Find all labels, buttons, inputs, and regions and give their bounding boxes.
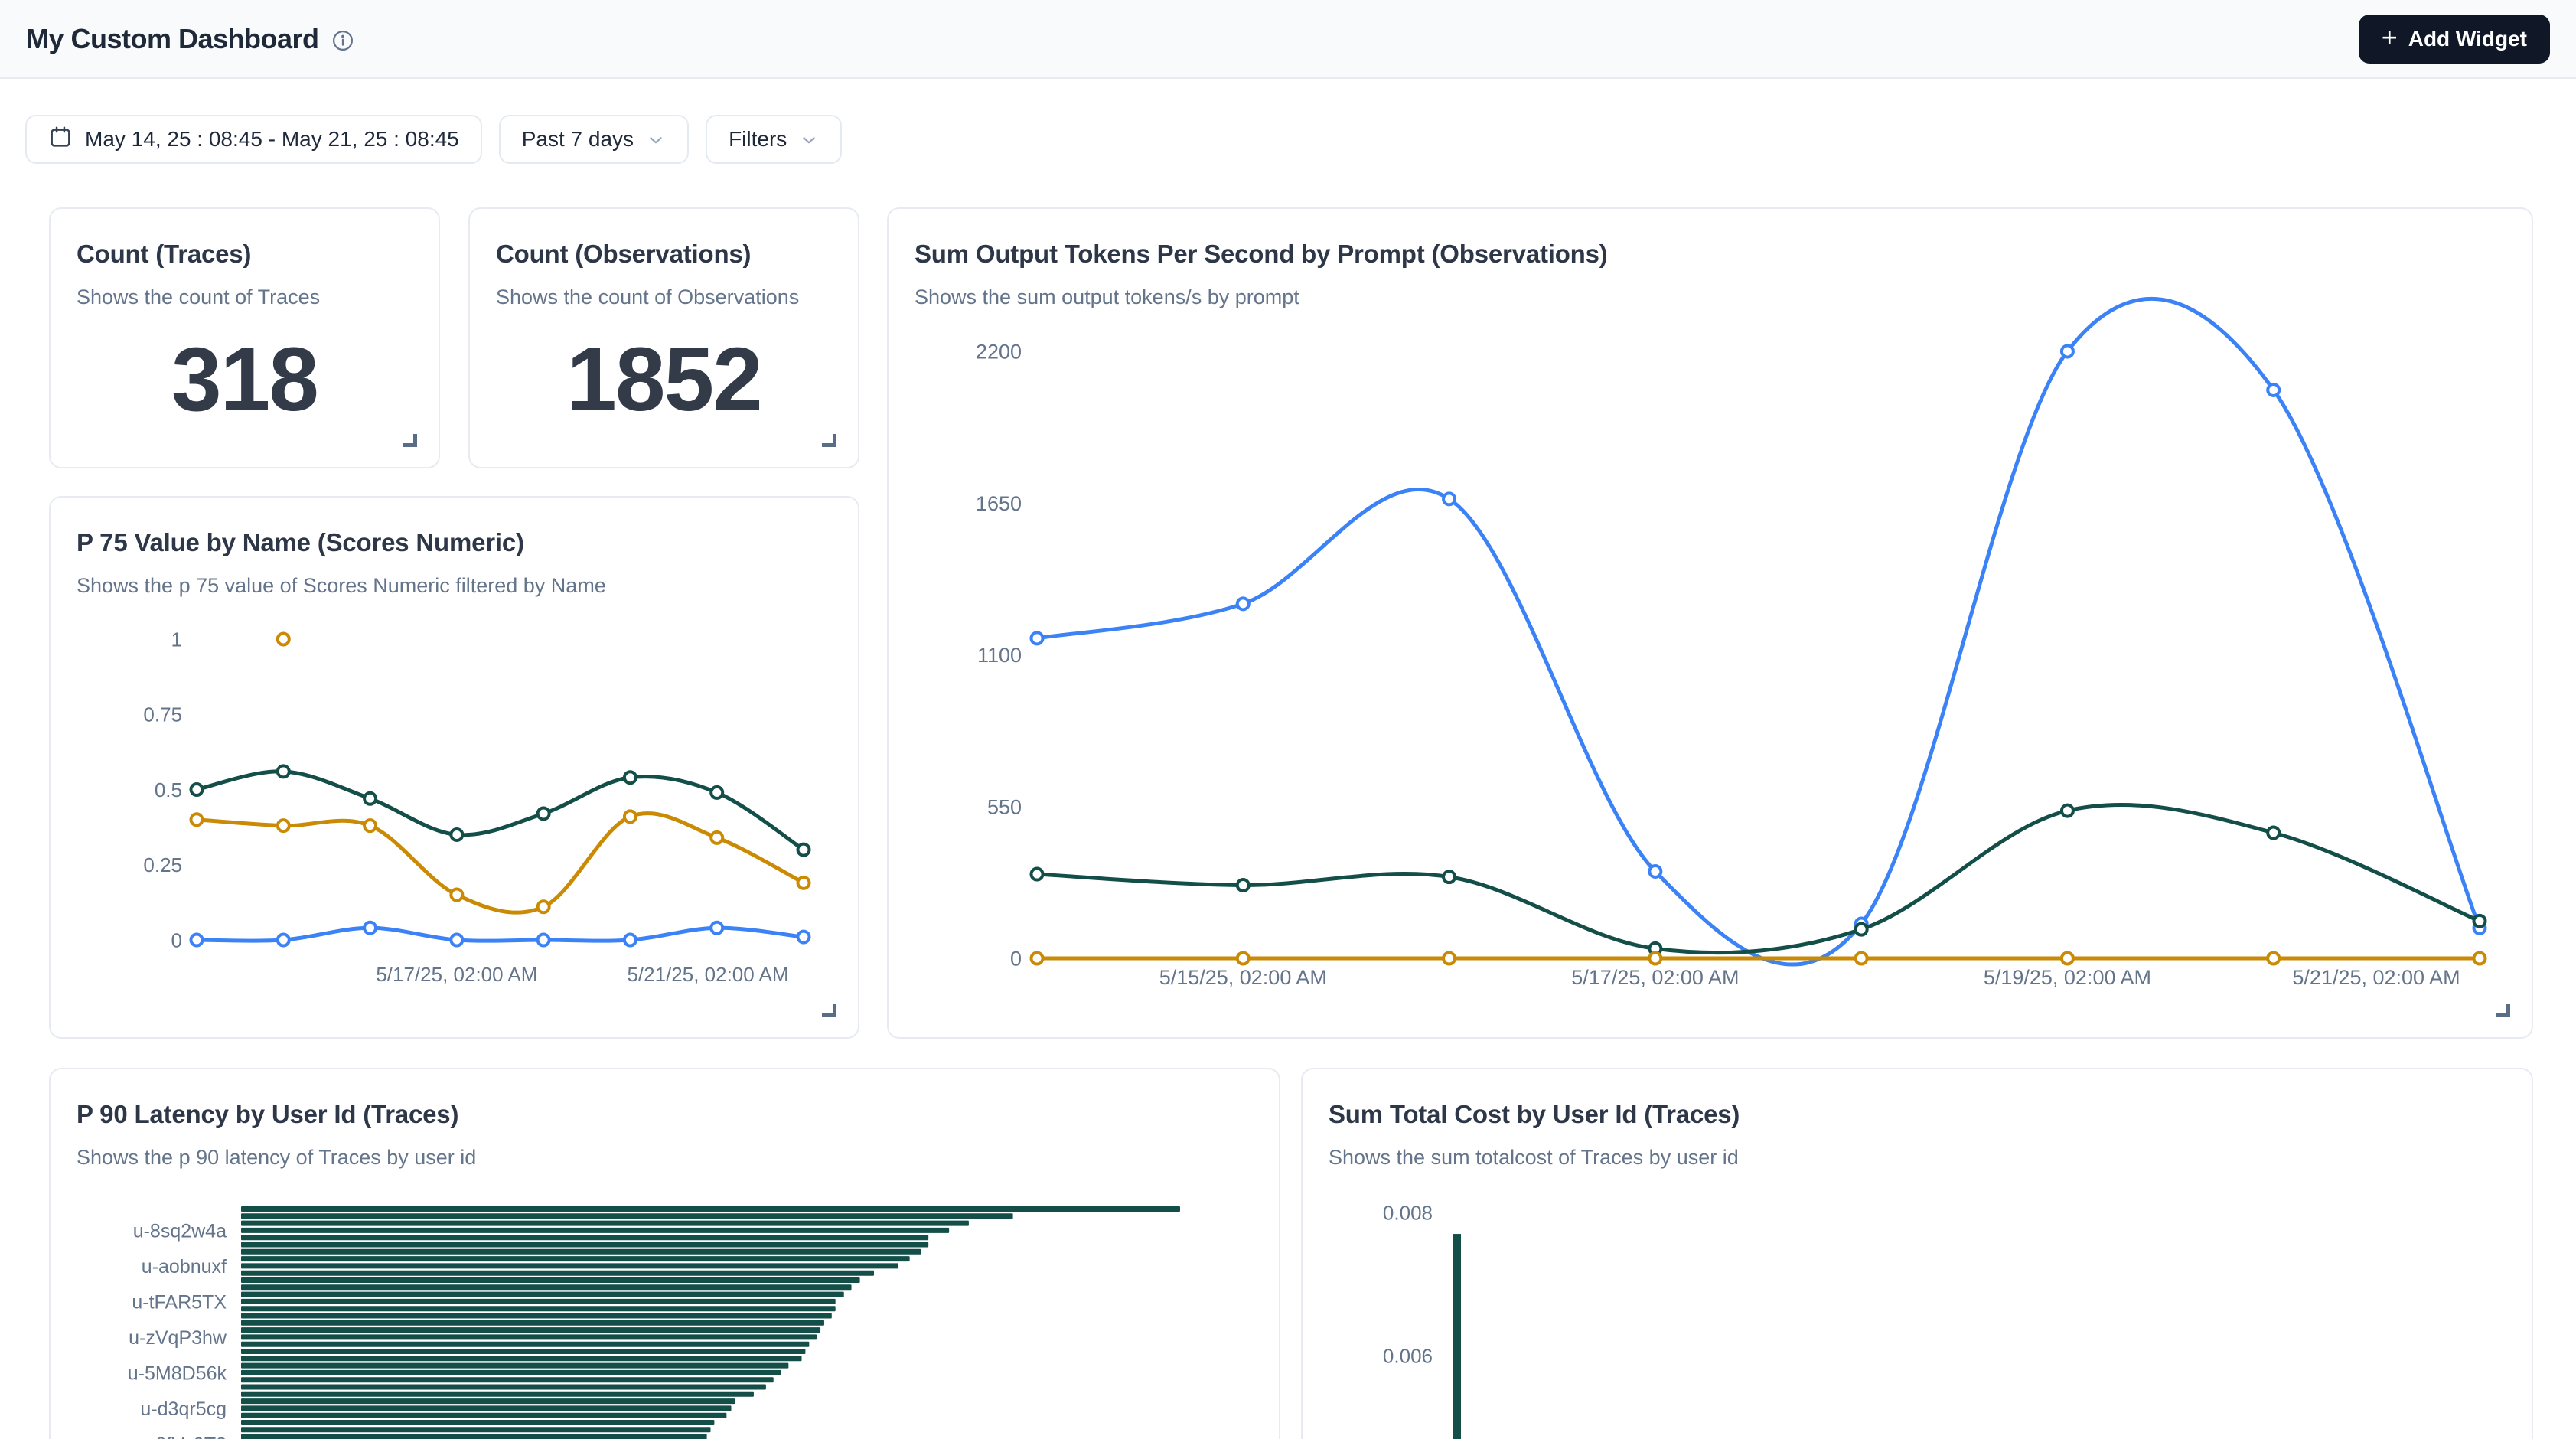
add-widget-label: Add Widget (2408, 27, 2527, 51)
count-value: 318 (51, 328, 439, 432)
widget-title: Count (Observations) (496, 240, 751, 269)
widget-p90-latency: u-8sq2w4a u-aobnuxf u-tFAR5TX u-zVqP3hw u-5M… (49, 1068, 1280, 1439)
svg-text:0.006: 0.006 (1383, 1344, 1433, 1367)
date-range-label: May 14, 25 : 08:45 - May 21, 25 : 08:45 (85, 127, 459, 152)
svg-text:5/21/25, 02:00 AM: 5/21/25, 02:00 AM (2292, 966, 2460, 989)
widget-subtitle: Shows the p 75 value of Scores Numeric f… (77, 574, 606, 598)
filter-bar: May 14, 25 : 08:45 - May 21, 25 : 08:45 … (25, 115, 842, 164)
title-row: My Custom Dashboard (26, 23, 354, 55)
svg-text:u-tFAR5TX: u-tFAR5TX (132, 1291, 227, 1313)
resize-handle-icon[interactable] (2496, 1004, 2510, 1017)
svg-text:0.25: 0.25 (143, 853, 182, 876)
svg-text:5/15/25, 02:00 AM: 5/15/25, 02:00 AM (1159, 966, 1327, 989)
svg-text:550: 550 (987, 795, 1022, 818)
info-icon[interactable] (331, 29, 354, 52)
widget-title: Count (Traces) (77, 240, 251, 269)
widget-title: Sum Output Tokens Per Second by Prompt (… (915, 240, 1608, 269)
widget-subtitle: Shows the count of Observations (496, 286, 799, 309)
svg-text:2200: 2200 (976, 341, 1022, 364)
range-preset-dropdown[interactable]: Past 7 days (499, 115, 689, 164)
page-header: My Custom Dashboard + Add Widget (0, 0, 2576, 79)
widget-title: P 90 Latency by User Id (Traces) (77, 1100, 458, 1129)
widget-count-traces: Count (Traces) Shows the count of Traces… (49, 207, 440, 468)
widget-total-cost: 0.008 0.006 Sum Total Cost by User Id (Tr… (1301, 1068, 2533, 1439)
range-preset-label: Past 7 days (522, 127, 634, 152)
resize-handle-icon[interactable] (822, 434, 836, 447)
svg-text:0: 0 (171, 928, 182, 951)
svg-text:0.75: 0.75 (143, 703, 182, 726)
svg-text:1100: 1100 (977, 644, 1022, 667)
resize-handle-icon[interactable] (822, 1004, 836, 1017)
svg-text:0: 0 (1010, 948, 1022, 971)
filters-dropdown[interactable]: Filters (706, 115, 842, 164)
line-chart-tokens: 0 550 1100 1650 2200 5/15/25, 02:00 AM 5/17/25… (889, 209, 2533, 1039)
svg-text:u-8fVa9T3: u-8fVa9T3 (139, 1434, 227, 1439)
widget-title: Sum Total Cost by User Id (Traces) (1329, 1100, 1740, 1129)
svg-text:5/21/25, 02:00 AM: 5/21/25, 02:00 AM (627, 963, 788, 986)
svg-text:u-aobnuxf: u-aobnuxf (142, 1256, 227, 1277)
plus-icon: + (2382, 24, 2398, 51)
dashboard: My Custom Dashboard + Add Widget (0, 0, 2576, 1439)
svg-text:5/17/25, 02:00 AM: 5/17/25, 02:00 AM (1571, 966, 1739, 989)
svg-text:0.008: 0.008 (1383, 1201, 1433, 1224)
svg-text:u-8sq2w4a: u-8sq2w4a (133, 1220, 227, 1242)
chevron-down-icon (799, 130, 819, 150)
resize-handle-icon[interactable] (403, 434, 417, 447)
svg-text:1650: 1650 (976, 492, 1022, 515)
widget-subtitle: Shows the p 90 latency of Traces by user… (77, 1146, 476, 1170)
filters-label: Filters (729, 127, 787, 152)
svg-text:5/19/25, 02:00 AM: 5/19/25, 02:00 AM (1984, 966, 2151, 989)
widget-tokens-per-prompt: 0 550 1100 1650 2200 5/15/25, 02:00 AM 5/17/25… (887, 207, 2533, 1039)
calendar-icon (48, 125, 73, 155)
count-value: 1852 (470, 328, 858, 432)
svg-text:1: 1 (171, 628, 182, 651)
page-title: My Custom Dashboard (26, 23, 319, 55)
svg-text:u-5M8D56k: u-5M8D56k (128, 1362, 227, 1384)
widget-subtitle: Shows the sum output tokens/s by prompt (915, 286, 1299, 309)
widget-title: P 75 Value by Name (Scores Numeric) (77, 528, 524, 557)
add-widget-button[interactable]: + Add Widget (2359, 15, 2550, 64)
widget-count-observations: Count (Observations) Shows the count of … (468, 207, 859, 468)
svg-text:0.5: 0.5 (155, 778, 182, 801)
svg-text:5/17/25, 02:00 AM: 5/17/25, 02:00 AM (376, 963, 537, 986)
svg-text:u-zVqP3hw: u-zVqP3hw (129, 1327, 227, 1349)
widget-subtitle: Shows the count of Traces (77, 286, 320, 309)
svg-text:u-d3qr5cg: u-d3qr5cg (140, 1398, 227, 1420)
widget-subtitle: Shows the sum totalcost of Traces by use… (1329, 1146, 1739, 1170)
chevron-down-icon (646, 130, 666, 150)
date-range-picker[interactable]: May 14, 25 : 08:45 - May 21, 25 : 08:45 (25, 115, 482, 164)
widget-p75-scores: 0 0.25 0.5 0.75 1 5/17/25, 02:00 AM 5/21/25, 0… (49, 496, 859, 1039)
